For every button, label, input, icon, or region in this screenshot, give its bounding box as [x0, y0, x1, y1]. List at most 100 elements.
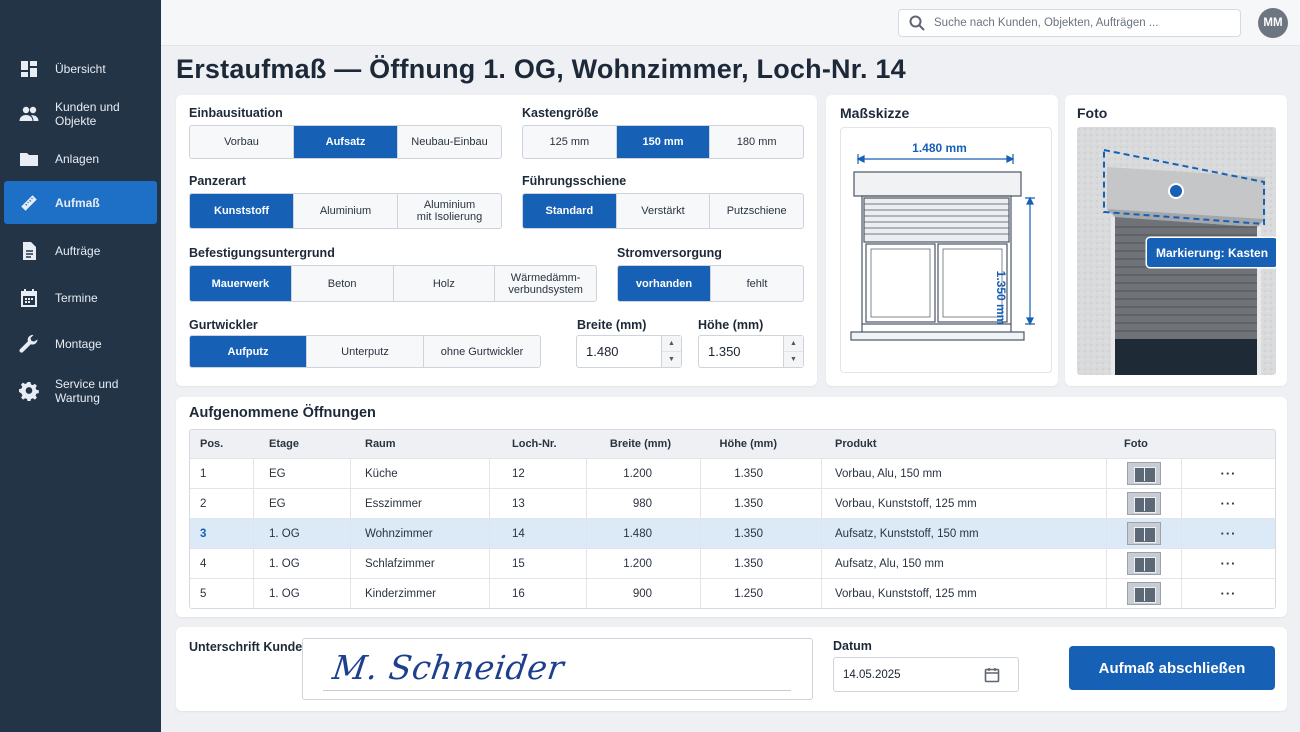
- width-dimension-label: 1.480 mm: [897, 141, 982, 155]
- column-header[interactable]: Loch-Nr.: [490, 430, 587, 458]
- field-label: Breite (mm): [577, 318, 647, 332]
- search-input[interactable]: [934, 17, 1224, 29]
- row-menu-icon[interactable]: ···: [1182, 489, 1275, 518]
- photo-thumbnail[interactable]: [1127, 462, 1161, 485]
- fuehrungsschiene-option[interactable]: Putzschiene: [710, 194, 803, 228]
- table-row[interactable]: 3 1. OG Wohnzimmer 14 1.480 1.350 Aufsatz, Kun…: [190, 518, 1275, 548]
- sidebar-item-label: Aufträge: [55, 243, 101, 258]
- sidebar-item-label: Kunden und Objekte: [55, 99, 120, 128]
- column-header[interactable]: Höhe (mm): [701, 430, 822, 458]
- einbausituation-option[interactable]: Neubau-Einbau: [398, 126, 501, 158]
- photo-thumbnail[interactable]: [1127, 492, 1161, 515]
- search-bar[interactable]: [898, 9, 1241, 37]
- row-menu-icon[interactable]: ···: [1182, 459, 1275, 488]
- table-cell-hoehe: 1.350: [701, 459, 822, 488]
- panzerart-option[interactable]: Aluminium: [294, 194, 398, 228]
- sidebar-item-kunden[interactable]: Kunden und Objekte: [4, 92, 157, 135]
- avatar[interactable]: MM: [1258, 8, 1288, 38]
- table-cell-etage: 1. OG: [254, 549, 351, 578]
- date-input[interactable]: [834, 668, 984, 681]
- table-row[interactable]: 4 1. OG Schlafzimmer 15 1.200 1.350 Aufsatz, A…: [190, 548, 1275, 578]
- photo-thumbnail[interactable]: [1127, 552, 1161, 575]
- strom-option[interactable]: fehlt: [711, 266, 803, 301]
- table-cell-hoehe: 1.350: [701, 519, 822, 548]
- photo-thumbnail[interactable]: [1127, 582, 1161, 605]
- kastengroesse-selector: 125 mm 150 mm 180 mm: [522, 125, 804, 159]
- table-cell-photo: [1107, 549, 1182, 578]
- column-header[interactable]: Etage: [254, 430, 351, 458]
- row-menu-icon[interactable]: ···: [1182, 519, 1275, 548]
- befestigung-option[interactable]: Holz: [394, 266, 496, 301]
- gurtwickler-option[interactable]: ohne Gurtwickler: [424, 336, 540, 367]
- table-cell-hoehe: 1.250: [701, 579, 822, 608]
- sidebar-item-label: Montage: [55, 336, 102, 351]
- fuehrungsschiene-option[interactable]: Verstärkt: [617, 194, 711, 228]
- breite-input[interactable]: [577, 336, 661, 367]
- panzerart-option[interactable]: Aluminium mit Isolierung: [398, 194, 501, 228]
- sidebar-item-montage[interactable]: Montage: [4, 322, 157, 365]
- column-header[interactable]: Foto: [1107, 430, 1275, 458]
- table-cell-pos: 1: [190, 459, 254, 488]
- table-cell-photo: [1107, 579, 1182, 608]
- decrement-icon[interactable]: ▼: [662, 352, 681, 367]
- site-photo[interactable]: Markierung: Kasten: [1077, 127, 1276, 375]
- column-header[interactable]: Pos.: [190, 430, 254, 458]
- befestigung-option[interactable]: Wärmedämm- verbundsystem: [495, 266, 596, 301]
- stromversorgung-selector: vorhanden fehlt: [617, 265, 804, 302]
- calendar-icon[interactable]: [984, 667, 1000, 683]
- table-cell-loch: 16: [490, 579, 587, 608]
- kastengroesse-option[interactable]: 180 mm: [710, 126, 803, 158]
- sidebar-item-aufmass[interactable]: Aufmaß: [4, 181, 157, 224]
- signature-pad[interactable]: M. Schneider: [302, 638, 813, 700]
- sidebar-item-label: Übersicht: [55, 61, 106, 76]
- kastengroesse-option[interactable]: 125 mm: [523, 126, 617, 158]
- table-cell-photo: [1107, 489, 1182, 518]
- sidebar-item-service[interactable]: Service und Wartung: [4, 369, 157, 412]
- table-cell-photo: [1107, 459, 1182, 488]
- increment-icon[interactable]: ▲: [662, 336, 681, 352]
- befestigung-option[interactable]: Beton: [292, 266, 394, 301]
- gurtwickler-option[interactable]: Unterputz: [307, 336, 424, 367]
- table-row[interactable]: 2 EG Esszimmer 13 980 1.350 Vorbau, Kunststoff…: [190, 488, 1275, 518]
- table-cell-loch: 15: [490, 549, 587, 578]
- row-menu-icon[interactable]: ···: [1182, 579, 1275, 608]
- befestigung-option[interactable]: Mauerwerk: [190, 266, 292, 301]
- fuehrungsschiene-option[interactable]: Standard: [523, 194, 617, 228]
- sidebar-item-anlagen[interactable]: Anlagen: [4, 137, 157, 180]
- table-row[interactable]: 1 EG Küche 12 1.200 1.350 Vorbau, Alu, 150 mm ·…: [190, 458, 1275, 488]
- table-cell-produkt: Aufsatz, Alu, 150 mm: [822, 549, 1107, 578]
- table-cell-breite: 1.200: [587, 549, 701, 578]
- einbausituation-option[interactable]: Aufsatz: [294, 126, 398, 158]
- photo-thumbnail[interactable]: [1127, 522, 1161, 545]
- kastengroesse-option[interactable]: 150 mm: [616, 126, 711, 158]
- row-menu-icon[interactable]: ···: [1182, 549, 1275, 578]
- gurtwickler-option[interactable]: Aufputz: [190, 336, 307, 367]
- date-field[interactable]: [833, 657, 1019, 692]
- column-header[interactable]: Raum: [351, 430, 490, 458]
- strom-option[interactable]: vorhanden: [618, 266, 711, 301]
- sketch-canvas: 1.480 mm 1.350 mm: [840, 127, 1052, 373]
- wrench-icon: [19, 334, 39, 354]
- hoehe-input[interactable]: [699, 336, 783, 367]
- table-row[interactable]: 5 1. OG Kinderzimmer 16 900 1.250 Vorbau, Kuns…: [190, 578, 1275, 608]
- column-header[interactable]: Produkt: [822, 430, 1107, 458]
- einbausituation-option[interactable]: Vorbau: [190, 126, 294, 158]
- signature-line: [323, 690, 791, 691]
- sidebar-item-termine[interactable]: Termine: [4, 276, 157, 319]
- finish-measurement-button[interactable]: Aufmaß abschließen: [1069, 646, 1275, 690]
- field-label: Kastengröße: [522, 106, 599, 120]
- field-label: Gurtwickler: [189, 318, 258, 332]
- table-cell-loch: 13: [490, 489, 587, 518]
- photo-title: Foto: [1077, 105, 1108, 121]
- befestigung-selector: Mauerwerk Beton Holz Wärmedämm- verbundsyst…: [189, 265, 597, 302]
- sidebar-item-auftraege[interactable]: Aufträge: [4, 229, 157, 272]
- table-cell-loch: 14: [490, 519, 587, 548]
- column-header[interactable]: Breite (mm): [587, 430, 701, 458]
- decrement-icon[interactable]: ▼: [784, 352, 803, 367]
- panzerart-option[interactable]: Kunststoff: [190, 194, 294, 228]
- signature-label: Unterschrift Kunde: [189, 640, 303, 654]
- date-label: Datum: [833, 639, 872, 653]
- table-cell-etage: 1. OG: [254, 579, 351, 608]
- increment-icon[interactable]: ▲: [784, 336, 803, 352]
- sidebar-item-uebersicht[interactable]: Übersicht: [4, 47, 157, 90]
